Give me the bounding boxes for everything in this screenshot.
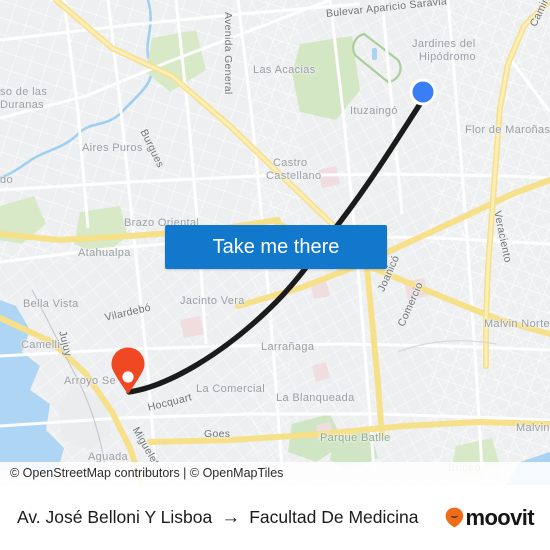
trip-summary: Av. José Belloni Y Lisboa → Facultad De … — [17, 507, 418, 528]
destination-label: Facultad De Medicina — [249, 507, 419, 527]
moovit-pin-icon — [446, 507, 464, 528]
take-me-there-button[interactable]: Take me there — [165, 225, 387, 269]
arrow-icon: → — [221, 507, 241, 528]
moovit-logo[interactable]: moovit — [445, 504, 535, 531]
map-canvas[interactable]: Bulevar Aparicio Saravia Avenida General C… — [0, 0, 550, 485]
origin-label: Av. José Belloni Y Lisboa — [17, 507, 213, 527]
moovit-wordmark: moovit — [465, 504, 534, 530]
trip-footer: Av. José Belloni Y Lisboa → Facultad De … — [0, 485, 550, 550]
map-attribution[interactable]: © OpenStreetMap contributors | © OpenMap… — [0, 462, 550, 485]
trip-map-screen: Bulevar Aparicio Saravia Avenida General C… — [0, 0, 550, 550]
